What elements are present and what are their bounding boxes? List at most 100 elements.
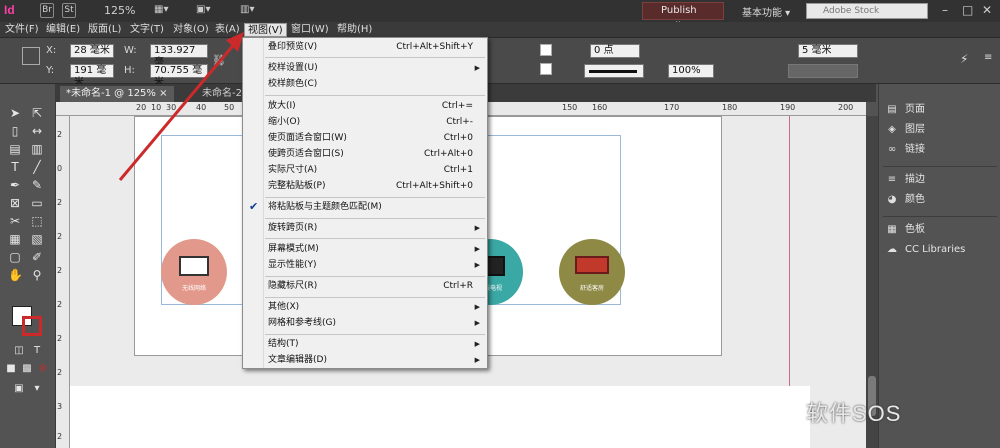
menu-item-extras[interactable]: 其他(X) ▶ [243, 299, 487, 315]
rectangle-frame-tool-icon[interactable]: ⊠ [8, 196, 22, 210]
content-collector-icon[interactable]: ▤ [8, 142, 22, 156]
menu-item-display-performance[interactable]: 显示性能(Y) ▶ [243, 257, 487, 273]
x-field[interactable]: 28 毫米 [70, 44, 114, 58]
menu-edit[interactable]: 编辑(E) [43, 23, 83, 37]
width-field[interactable]: 133.927 毫 [150, 44, 208, 68]
fill-swatch-icon[interactable] [540, 44, 552, 56]
menu-item-screen-mode[interactable]: 屏幕模式(M) ▶ [243, 241, 487, 257]
menu-table[interactable]: 表(A) [212, 23, 243, 37]
tab-close-icon[interactable]: × [159, 88, 167, 99]
formatting-text-icon[interactable]: T [30, 344, 44, 358]
menu-item-proof-colors[interactable]: 校样颜色(C) [243, 76, 487, 92]
view-options-icon[interactable]: ▦▾ [154, 4, 168, 15]
ruler-tick: 2 [57, 198, 63, 207]
pencil-tool-icon[interactable]: ✎ [30, 178, 44, 192]
menu-item-rotate-spread[interactable]: 旋转跨页(R) ▶ [243, 220, 487, 236]
stroke-swatch-icon[interactable] [540, 63, 552, 75]
circle-wireless[interactable]: 无线网络 [161, 239, 227, 305]
arrange-documents-icon[interactable]: ▥▾ [240, 4, 254, 15]
zoom-tool-icon[interactable]: ⚲ [30, 268, 44, 282]
stroke-color-icon[interactable] [22, 316, 42, 336]
panel-layers[interactable]: ◈ 图层 [885, 122, 925, 138]
menu-item-grids-guides[interactable]: 网格和参考线(G) ▶ [243, 315, 487, 331]
menu-item-zoom-out[interactable]: 缩小(O) Ctrl+- [243, 114, 487, 130]
apply-color-icon[interactable]: ■ [4, 362, 18, 376]
panel-menu-icon[interactable]: ≡ [984, 52, 992, 63]
menu-help[interactable]: 帮助(H) [334, 23, 375, 37]
menu-item-proof-setup[interactable]: 校样设置(U) ▶ [243, 60, 487, 76]
panel-stroke[interactable]: ≡ 描边 [885, 172, 925, 188]
apply-gradient-icon[interactable]: ▩ [20, 362, 34, 376]
corner-shape-select[interactable] [788, 64, 858, 78]
menu-item-entire-pasteboard[interactable]: 完整粘贴板(P) Ctrl+Alt+Shift+0 [243, 178, 487, 194]
gap-tool-icon[interactable]: ↔ [30, 124, 44, 138]
hand-tool-icon[interactable]: ✋ [8, 268, 23, 282]
screen-mode-icon[interactable]: ▣▾ [196, 4, 210, 15]
selection-tool-icon[interactable]: ➤ [8, 106, 22, 120]
note-tool-icon[interactable]: ▢ [8, 250, 22, 264]
type-tool-icon[interactable]: T [8, 160, 22, 174]
tab-document-1[interactable]: *未命名-1 @ 125% × [60, 86, 174, 102]
menu-file[interactable]: 文件(F) [2, 23, 42, 37]
maximize-button[interactable]: □ [962, 3, 973, 17]
menu-layout[interactable]: 版面(L) [85, 23, 124, 37]
minimize-button[interactable]: – [942, 3, 948, 17]
free-transform-tool-icon[interactable]: ⬚ [30, 214, 44, 228]
scissors-tool-icon[interactable]: ✂ [8, 214, 22, 228]
menu-item-overprint-preview[interactable]: 叠印预览(V) Ctrl+Alt+Shift+Y [243, 39, 487, 55]
page-tool-icon[interactable]: ▯ [8, 124, 22, 138]
panel-cc-libraries[interactable]: ☁ CC Libraries [885, 242, 965, 258]
menu-item-story-editor[interactable]: 文章编辑器(D) ▶ [243, 352, 487, 368]
publish-online-button[interactable]: Publish Online [642, 2, 724, 32]
bridge-button[interactable]: Br [40, 3, 54, 18]
menu-item-hide-rulers[interactable]: 隐藏标尺(R) Ctrl+R [243, 278, 487, 294]
menu-item-fit-spread[interactable]: 使跨页适合窗口(S) Ctrl+Alt+0 [243, 146, 487, 162]
search-placeholder: Adobe Stock [823, 6, 880, 16]
y-field[interactable]: 191 毫米 [70, 64, 114, 88]
circle-comfortable-room[interactable]: 舒适客房 [559, 239, 625, 305]
menu-type[interactable]: 文字(T) [127, 23, 167, 37]
stock-button[interactable]: St [62, 3, 76, 18]
menu-item-match-pasteboard-theme[interactable]: ✔ 将粘贴板与主题颜色匹配(M) [243, 199, 487, 215]
menu-item-actual-size[interactable]: 实际尺寸(A) Ctrl+1 [243, 162, 487, 178]
panel-pages[interactable]: ▤ 页面 [885, 102, 925, 118]
reference-point-icon[interactable] [22, 47, 40, 65]
adobe-stock-search[interactable]: Adobe Stock [806, 3, 928, 19]
menu-window[interactable]: 窗口(W) [288, 23, 332, 37]
panel-color[interactable]: ◕ 颜色 [885, 192, 925, 208]
normal-view-icon[interactable]: ▣ [12, 382, 26, 396]
menu-view[interactable]: 视图(V) [244, 23, 287, 37]
eyedropper-tool-icon[interactable]: ✐ [30, 250, 44, 264]
content-placer-icon[interactable]: ▥ [30, 142, 44, 156]
formatting-container-icon[interactable]: ◫ [12, 344, 26, 358]
pen-tool-icon[interactable]: ✒ [8, 178, 22, 192]
panel-swatches[interactable]: ▦ 色板 [885, 222, 925, 238]
close-button[interactable]: ✕ [982, 3, 992, 17]
apply-none-icon[interactable]: ⊘ [36, 362, 50, 376]
corner-size-field[interactable]: 5 毫米 [798, 44, 858, 58]
ruler-tick: 0 [57, 164, 63, 173]
panel-links[interactable]: ∞ 链接 [885, 142, 925, 158]
menu-item-structure[interactable]: 结构(T) ▶ [243, 336, 487, 352]
ruler-tick: 3 [57, 402, 63, 411]
stroke-type-select[interactable] [584, 64, 644, 78]
rectangle-tool-icon[interactable]: ▭ [30, 196, 44, 210]
preview-mode-icon[interactable]: ▾ [30, 382, 44, 396]
workspace-switcher[interactable]: 基本功能 ▾ [742, 4, 790, 19]
menu-item-fit-page[interactable]: 使页面适合窗口(W) Ctrl+0 [243, 130, 487, 146]
vertical-ruler[interactable]: 2 0 2 2 2 2 2 2 3 2 [56, 116, 70, 448]
line-tool-icon[interactable]: ╱ [30, 160, 44, 174]
menu-item-label: 其他(X) [268, 302, 300, 312]
opacity-field[interactable]: 100% [668, 64, 714, 78]
constrain-proportions-icon[interactable]: ⛓ [212, 54, 226, 67]
menu-object[interactable]: 对象(O) [170, 23, 212, 37]
zoom-level[interactable]: 125% [104, 4, 135, 17]
height-field[interactable]: 70.755 毫米 [150, 64, 208, 88]
gradient-tool-icon[interactable]: ▦ [8, 232, 22, 246]
menu-item-zoom-in[interactable]: 放大(I) Ctrl+= [243, 98, 487, 114]
lightning-icon[interactable]: ⚡ [960, 52, 968, 66]
stroke-weight-field[interactable]: 0 点 [590, 44, 640, 58]
direct-selection-tool-icon[interactable]: ⇱ [30, 106, 44, 120]
bed-icon [575, 256, 609, 274]
gradient-feather-tool-icon[interactable]: ▧ [30, 232, 44, 246]
